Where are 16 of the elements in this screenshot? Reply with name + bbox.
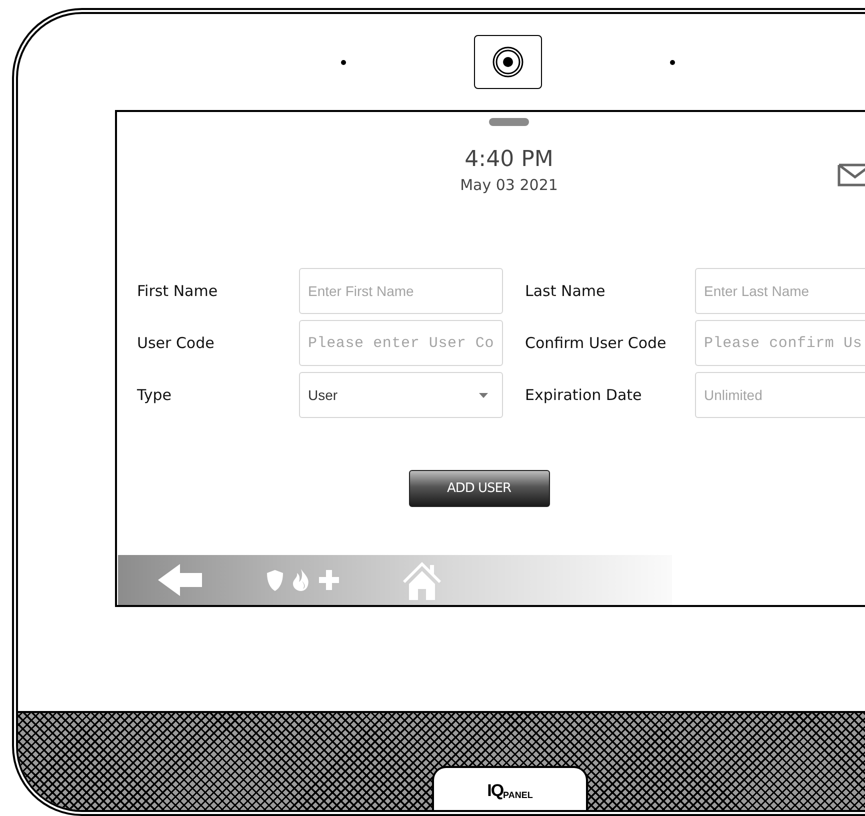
input-field[interactable]: Enter Last Name (695, 268, 865, 314)
field-label: Type (137, 386, 172, 404)
field-label: Expiration Date (525, 386, 643, 404)
brand-logo: IQPANEL (432, 766, 588, 810)
input-field[interactable]: Please enter User Co (299, 320, 503, 366)
field-label: User Code (137, 334, 216, 352)
add-user-button[interactable]: ADD USER (408, 470, 550, 507)
input-field[interactable]: Enter First Name (299, 268, 503, 314)
field-label: Last Name (525, 282, 606, 300)
type-dropdown[interactable]: User (299, 372, 503, 418)
input-field[interactable]: Please confirm Us (695, 320, 865, 366)
field-label: Confirm User Code (525, 334, 668, 352)
field-label: First Name (137, 282, 219, 300)
clock-time: 4:40 PM (464, 146, 554, 174)
input-field[interactable]: Unlimited (695, 372, 865, 418)
clock-date: May 03 2021 (460, 175, 558, 195)
